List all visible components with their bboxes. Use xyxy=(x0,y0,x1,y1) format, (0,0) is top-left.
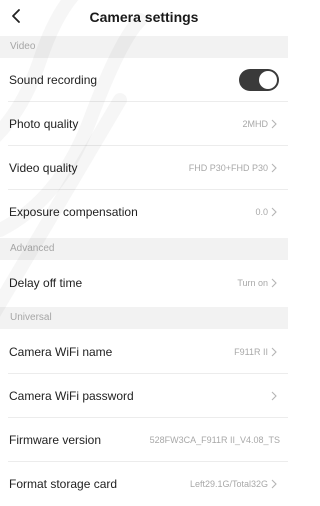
exposure-compensation-value: 0.0 xyxy=(255,207,268,217)
sound-recording-label: Sound recording xyxy=(9,73,98,87)
section-label-universal: Universal xyxy=(10,312,52,323)
sound-recording-toggle[interactable] xyxy=(239,69,279,91)
chevron-right-icon xyxy=(271,278,277,288)
row-camera-wifi-name[interactable]: Camera WiFi name F911R II xyxy=(0,330,288,374)
chevron-right-icon xyxy=(271,391,277,401)
row-sound-recording: Sound recording xyxy=(0,58,288,102)
delay-off-time-label: Delay off time xyxy=(9,276,83,290)
camera-wifi-name-label: Camera WiFi name xyxy=(9,345,113,359)
camera-wifi-name-value: F911R II xyxy=(234,347,268,357)
row-firmware-version: Firmware version 528FW3CA_F911R II_V4.08… xyxy=(0,418,288,462)
section-label-advanced: Advanced xyxy=(10,243,55,254)
section-header-advanced: Advanced xyxy=(0,238,288,260)
page-title: Camera settings xyxy=(89,9,199,25)
chevron-right-icon xyxy=(271,207,277,217)
toggle-knob xyxy=(259,71,277,89)
row-delay-off-time[interactable]: Delay off time Turn on xyxy=(0,261,288,305)
section-header-universal: Universal xyxy=(0,307,288,329)
video-quality-label: Video quality xyxy=(9,161,78,175)
chevron-right-icon xyxy=(271,119,277,129)
row-photo-quality[interactable]: Photo quality 2MHD xyxy=(0,102,288,146)
row-camera-wifi-password[interactable]: Camera WiFi password xyxy=(0,374,288,418)
photo-quality-label: Photo quality xyxy=(9,117,79,131)
format-storage-card-value: Left29.1G/Total32G xyxy=(189,479,268,489)
section-label-video: Video xyxy=(10,41,36,52)
firmware-version-value: 528FW3CA_F911R II_V4.08_TS xyxy=(149,435,280,445)
firmware-version-label: Firmware version xyxy=(9,433,102,447)
chevron-right-icon xyxy=(271,479,277,489)
row-format-storage-card[interactable]: Format storage card Left29.1G/Total32G xyxy=(0,462,288,506)
row-exposure-compensation[interactable]: Exposure compensation 0.0 xyxy=(0,190,288,234)
delay-off-time-value: Turn on xyxy=(237,278,268,288)
photo-quality-value: 2MHD xyxy=(242,119,268,129)
section-header-video: Video xyxy=(0,36,288,58)
chevron-right-icon xyxy=(271,347,277,357)
camera-wifi-password-label: Camera WiFi password xyxy=(9,389,134,403)
format-storage-card-label: Format storage card xyxy=(9,477,118,491)
video-quality-value: FHD P30+FHD P30 xyxy=(188,163,268,173)
exposure-compensation-label: Exposure compensation xyxy=(9,205,138,219)
row-video-quality[interactable]: Video quality FHD P30+FHD P30 xyxy=(0,146,288,190)
chevron-right-icon xyxy=(271,163,277,173)
header-bar: Camera settings xyxy=(0,0,288,36)
